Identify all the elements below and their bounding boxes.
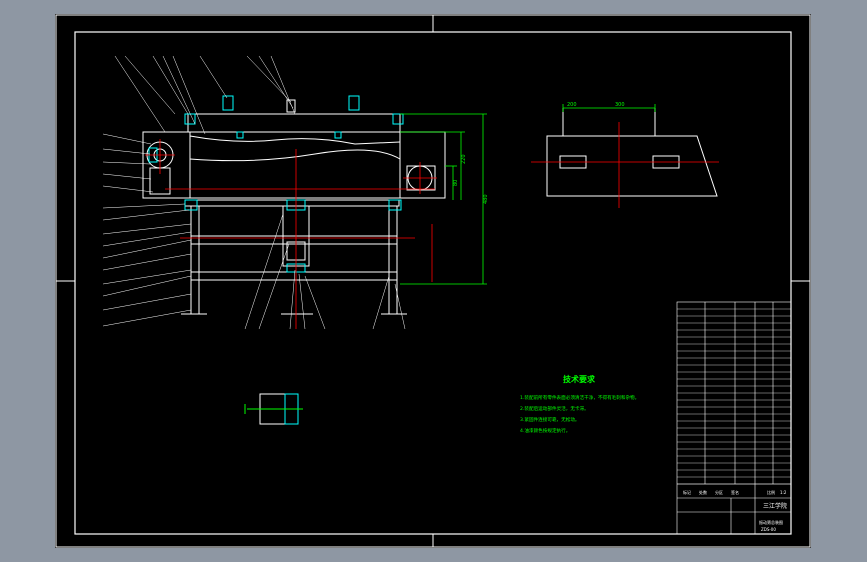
drawing-viewport[interactable]: 220 480 80 200 300 技术要求 1.装配前所有零件表面必须清洁干… [55,14,811,548]
title-school: 三江学院 [763,502,787,510]
leader-8 [258,55,294,109]
dim-text-d1: 220 [461,154,467,164]
leader-13 [102,173,152,180]
screen-deck-line [189,149,401,162]
title-label-scale: 比例 [767,489,775,495]
technical-requirements: 技术要求 1.装配前所有零件表面必须清洁干净，不得有毛刺和杂物。 2.装配后运动… [520,374,639,434]
side-view-dimensions [562,104,656,112]
leader-21 [102,269,192,285]
leader-18 [102,231,192,247]
side-view-center-lines [531,122,719,208]
tech-req-heading: 技术要求 [563,374,596,384]
side-view-body [546,135,718,197]
lower-beam [190,271,398,281]
leader-3 [152,55,189,115]
title-scale-value: 1:2 [780,490,787,495]
tech-req-item-1: 1.装配前所有零件表面必须清洁干净，不得有毛刺和杂物。 [520,394,639,401]
leader-23 [102,293,192,311]
leader-6 [199,55,228,99]
leader-14 [102,185,154,193]
sheet-inner-frame [74,31,792,535]
detail-view [244,393,303,425]
top-rail [187,113,401,133]
side-dim-text-w2: 300 [615,102,625,108]
leader-10 [102,133,152,145]
leader-15 [102,203,186,209]
leader-26 [258,243,290,330]
base-plate [184,199,400,207]
title-label-signature: 签名 [731,489,739,495]
main-center-lines [145,139,437,329]
leader-4 [162,55,196,125]
material-line [189,135,401,145]
dim-text-d4: 480 [483,194,489,204]
dim-text-d3: 80 [453,180,459,186]
bolt-deck-r [334,131,342,139]
fitting-right [348,95,360,111]
title-label-count: 处数 [699,489,707,495]
leader-28 [298,273,306,330]
fitting-left [222,95,234,111]
part-leaders [102,55,406,330]
title-label-zone: 分区 [715,489,723,495]
screen-box [189,131,401,199]
title-drawing-number: ZDS-00 [761,527,776,532]
title-drawing-name: 振动筛总装图 [759,519,783,525]
leader-19 [102,239,192,259]
title-label-mark: 标记 [683,489,691,495]
leader-16 [102,209,190,221]
leader-29 [304,275,326,330]
mid-beam [190,235,398,245]
leader-27 [289,269,296,330]
leader-5 [172,55,206,135]
leader-24 [102,309,192,327]
parts-rows [677,308,791,485]
bolt-deck-l [236,131,244,139]
tech-req-item-4: 4.油漆颜色按规定执行。 [520,427,570,434]
tech-req-item-3: 3.紧固件连接可靠，无松动。 [520,416,580,423]
leader-20 [102,253,192,271]
bolt-tr [392,113,404,125]
leader-30 [372,275,390,330]
tech-req-item-2: 2.装配后运动部件灵活，无卡滞。 [520,405,589,412]
leader-2 [124,55,176,115]
bolt-tl [184,113,196,125]
cad-drawing: 220 480 80 200 300 技术要求 1.装配前所有零件表面必须清洁干… [55,14,811,548]
side-dim-text-w1: 200 [567,102,577,108]
main-dimensions [400,113,487,285]
leader-17 [102,223,192,235]
leader-22 [102,275,192,297]
side-view [546,108,718,197]
